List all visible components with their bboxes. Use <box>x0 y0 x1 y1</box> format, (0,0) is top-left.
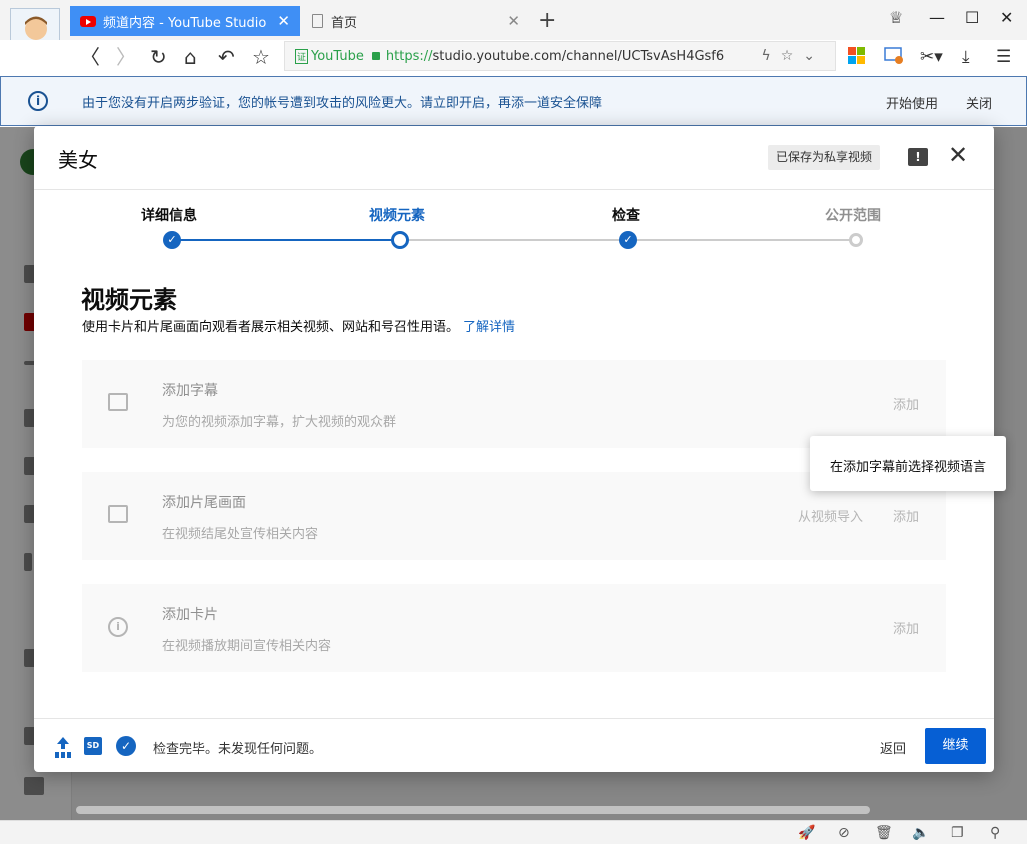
maximize-icon[interactable]: ☐ <box>965 8 979 27</box>
close-dialog-icon[interactable]: ✕ <box>948 143 968 167</box>
subtitles-icon <box>108 393 128 411</box>
upload-stepper: 详细信息 视频元素 检查 公开范围 ✓ ✓ <box>34 190 994 260</box>
step-details-label[interactable]: 详细信息 <box>141 205 197 225</box>
info-icon: i <box>108 617 128 637</box>
home-icon[interactable]: ⌂ <box>184 45 197 69</box>
sd-quality-icon[interactable]: SD <box>84 737 102 755</box>
subtitle-language-tooltip: 在添加字幕前选择视频语言 <box>810 436 1006 491</box>
learn-more-link[interactable]: 了解详情 <box>463 320 515 335</box>
saved-private-badge: 已保存为私享视频 <box>768 145 881 170</box>
subtitle-text: 使用卡片和片尾画面向观看者展示相关视频、网站和号召性用语。 <box>82 320 460 335</box>
notice-message: 由于您没有开启两步验证，您的帐号遭到攻击的风险更大。请立即开启，再添一道安全保障 <box>82 95 603 111</box>
checks-status-text: 检查完毕。未发现任何问题。 <box>153 742 323 757</box>
horizontal-scrollbar[interactable] <box>76 806 870 814</box>
step-details-check-icon[interactable]: ✓ <box>163 231 181 249</box>
step-video-elements-dot[interactable] <box>391 231 409 249</box>
new-tab-icon[interactable]: + <box>538 8 556 33</box>
zoom-icon[interactable]: ⚲ <box>990 825 1000 841</box>
menu-icon[interactable]: ☰ <box>996 47 1011 67</box>
browser-status-bar: 🚀 ⊘ 🗑 🔈 ❐ ⚲ <box>0 820 1027 844</box>
forward-icon[interactable]: 〉 <box>116 45 136 69</box>
add-cards-card: i 添加卡片 在视频播放期间宣传相关内容 添加 <box>82 584 946 672</box>
minimize-icon[interactable]: — <box>929 8 945 27</box>
enable-two-step-link[interactable]: 开始使用 <box>886 93 938 112</box>
continue-button[interactable]: 继续 <box>925 728 986 764</box>
download-icon[interactable]: ⤓ <box>962 47 970 67</box>
card-title: 添加片尾画面 <box>162 495 246 511</box>
step-checks-label[interactable]: 检查 <box>612 205 640 225</box>
card-title: 添加卡片 <box>162 607 218 623</box>
youtube-icon <box>80 15 96 27</box>
address-bar[interactable]: 证 YouTube https://studio.youtube.com/cha… <box>284 41 836 71</box>
shirt-icon[interactable]: ♕ <box>889 8 903 27</box>
certificate-badge: 证 <box>295 48 309 64</box>
chevron-down-icon[interactable]: ⌄ <box>803 48 825 64</box>
info-icon: i <box>28 91 48 111</box>
card-description: 为您的视频添加字幕，扩大视频的观众群 <box>162 415 397 430</box>
reload-icon[interactable]: ↻ <box>150 45 167 69</box>
step-connector-done <box>172 239 400 241</box>
lock-icon <box>371 52 380 60</box>
rocket-icon[interactable]: 🚀 <box>798 825 815 841</box>
url-text[interactable]: https://studio.youtube.com/channel/UCTsv… <box>386 49 744 64</box>
add-subtitles-button[interactable]: 添加 <box>893 394 919 413</box>
url-protocol: https:// <box>385 48 433 64</box>
security-notice-banner: i 由于您没有开启两步验证，您的帐号遭到攻击的风险更大。请立即开启，再添一道安全… <box>0 76 1027 126</box>
tab-youtube-studio[interactable]: 频道内容 - YouTube Studio ✕ <box>70 6 300 36</box>
url-path: studio.youtube.com/channel/UCTsvAsH4Gsf6 <box>432 48 725 64</box>
add-end-screen-button[interactable]: 添加 <box>893 506 919 525</box>
tab-label: 首页 <box>331 15 358 31</box>
feedback-icon[interactable]: ! <box>908 148 928 166</box>
close-window-icon[interactable]: ✕ <box>1000 8 1013 27</box>
volume-icon[interactable]: 🔈 <box>912 825 929 841</box>
certificate-label: YouTube <box>311 48 364 64</box>
back-button[interactable]: 返回 <box>880 738 906 757</box>
close-tab-icon[interactable]: ✕ <box>507 13 520 29</box>
tab-label: 频道内容 - YouTube Studio <box>103 15 267 31</box>
screenshot-icon[interactable] <box>884 47 904 70</box>
dialog-footer: SD ✓ 检查完毕。未发现任何问题。 返回 继续 <box>34 718 994 772</box>
step-visibility-dot[interactable] <box>849 233 863 247</box>
trash-icon[interactable]: 🗑 <box>875 825 893 841</box>
close-tab-icon[interactable]: ✕ <box>277 13 290 29</box>
card-title: 添加字幕 <box>162 383 218 399</box>
document-icon <box>312 14 323 28</box>
step-checks-check-icon[interactable]: ✓ <box>619 231 637 249</box>
speed-icon[interactable]: ⊘ <box>838 825 850 841</box>
upload-dialog: 美女 已保存为私享视频 ! ✕ 详细信息 视频元素 检查 公开范围 ✓ ✓ 视频… <box>34 126 1006 772</box>
undo-icon[interactable]: ↶ <box>218 45 235 69</box>
step-video-elements-label[interactable]: 视频元素 <box>369 205 425 225</box>
scissors-icon[interactable]: ✂▾ <box>920 47 943 67</box>
address-bar-actions[interactable]: ϟ☆⌄ <box>761 48 825 64</box>
end-screen-icon <box>108 505 128 523</box>
section-heading: 视频元素 <box>81 286 177 314</box>
dialog-title: 美女 <box>58 148 98 172</box>
add-cards-button[interactable]: 添加 <box>893 618 919 637</box>
lightning-icon[interactable]: ϟ <box>761 48 780 64</box>
certificate-indicator[interactable]: 证 YouTube <box>295 48 364 64</box>
section-subtitle: 使用卡片和片尾画面向观看者展示相关视频、网站和号召性用语。 了解详情 <box>82 316 515 335</box>
import-from-video-button[interactable]: 从视频导入 <box>798 506 863 525</box>
window-icon[interactable]: ❐ <box>951 825 964 841</box>
apps-grid-icon[interactable] <box>848 47 865 69</box>
bookmark-star-icon[interactable]: ☆ <box>252 45 270 69</box>
dismiss-notice-link[interactable]: 关闭 <box>966 93 992 112</box>
step-visibility-label[interactable]: 公开范围 <box>825 205 881 225</box>
card-description: 在视频播放期间宣传相关内容 <box>162 639 332 654</box>
card-description: 在视频结尾处宣传相关内容 <box>162 527 319 542</box>
back-icon[interactable]: 〈 <box>80 45 100 69</box>
browser-tab-bar: 频道内容 - YouTube Studio ✕ 首页 ✕ + ♕ — ☐ ✕ <box>0 0 1027 40</box>
favorite-star-icon[interactable]: ☆ <box>781 48 804 64</box>
upload-icon[interactable] <box>54 737 72 755</box>
tab-home[interactable]: 首页 ✕ <box>302 6 530 36</box>
add-subtitles-card: 添加字幕 为您的视频添加字幕，扩大视频的观众群 添加 <box>82 360 946 448</box>
checks-done-icon[interactable]: ✓ <box>116 736 136 756</box>
dialog-header: 美女 已保存为私享视频 ! ✕ <box>34 126 994 190</box>
